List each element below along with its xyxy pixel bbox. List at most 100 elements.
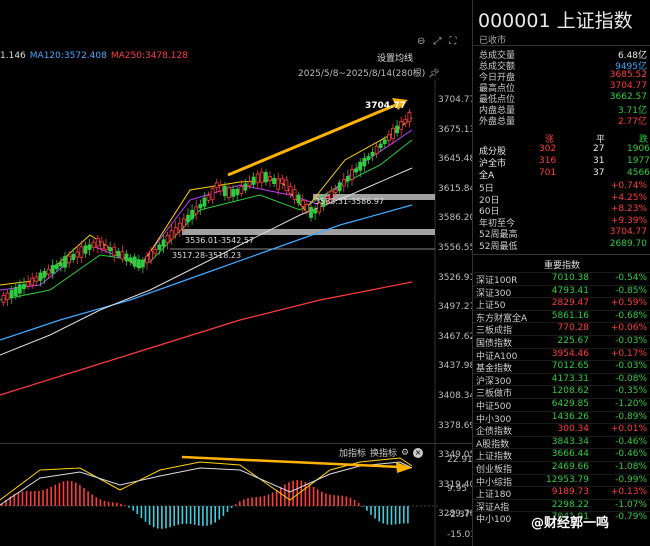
candle-body bbox=[280, 177, 285, 184]
index-row-change: +0.59% bbox=[610, 298, 647, 309]
candle-body bbox=[231, 189, 236, 197]
index-row[interactable]: 中证500 6429.85 -1.20% bbox=[473, 398, 650, 412]
index-row[interactable]: 上证180 9189.73 +0.13% bbox=[473, 486, 650, 500]
index-row[interactable]: 中小300 1436.26 -0.89% bbox=[473, 410, 650, 425]
candle-body bbox=[145, 255, 149, 264]
candle-body bbox=[407, 112, 412, 123]
add-indicator-button[interactable]: 加指标 bbox=[339, 446, 366, 459]
candle-body bbox=[22, 283, 26, 290]
index-code: 000001 bbox=[478, 10, 551, 32]
minus-circle-icon[interactable]: ⊖ bbox=[417, 36, 425, 47]
switch-indicator-button[interactable]: 换指标 bbox=[370, 446, 397, 459]
stat-value: 3704.77 bbox=[609, 81, 647, 91]
candle-body bbox=[206, 195, 211, 201]
quote-panel: 000001 上证指数 已收市 总成交量 6.48亿 总成交额 9495亿 今日开盘 36… bbox=[472, 0, 650, 546]
kline-chart-area[interactable]: ⊖ ⤢ ⛶ 1.146 MA120:3572.408 MA250:3478.128 … bbox=[0, 0, 472, 546]
period-label: 52周最低 bbox=[479, 241, 518, 252]
candle-body bbox=[391, 128, 395, 139]
candle-body bbox=[337, 182, 342, 192]
candle-body bbox=[46, 268, 51, 275]
index-row-change: +0.06% bbox=[610, 323, 647, 334]
price-tick-label: 3408.34 bbox=[438, 391, 472, 401]
price-tick-label: 3615.84 bbox=[438, 183, 472, 194]
breadth-row: 全A 701 37 4566 bbox=[473, 168, 650, 181]
candle-body bbox=[276, 178, 281, 190]
gear-icon[interactable]: ⚙ bbox=[401, 448, 409, 458]
index-row[interactable]: 上证50 2829.47 +0.59% bbox=[473, 297, 650, 311]
candle-body bbox=[79, 246, 84, 258]
index-row[interactable]: 深证A指 2298.22 -1.07% bbox=[473, 498, 650, 513]
breadth-flat: 37 bbox=[593, 168, 605, 178]
candle-body bbox=[198, 204, 203, 209]
stat-row: 最低点位 3662.57 bbox=[473, 92, 650, 105]
candle-body bbox=[181, 218, 186, 227]
index-row[interactable]: A股指数 3843.34 -0.46% bbox=[473, 435, 650, 450]
candle-body bbox=[350, 169, 354, 180]
indicator-toolbar: 加指标 换指标 ⚙ × bbox=[339, 446, 424, 459]
candle-body bbox=[75, 251, 80, 258]
index-row[interactable]: 国债指数 225.67 -0.03% bbox=[473, 335, 650, 349]
index-row-price: 1436.26 bbox=[551, 411, 589, 422]
candle-body bbox=[38, 272, 43, 281]
candle-body bbox=[13, 286, 18, 296]
index-row[interactable]: 企债指数 300.34 +0.01% bbox=[473, 423, 650, 437]
index-row[interactable]: 深证100R 7010.38 -0.54% bbox=[473, 272, 650, 286]
trend-arrow-line bbox=[227, 102, 399, 177]
candle-body bbox=[9, 289, 14, 299]
candle-body bbox=[59, 262, 63, 267]
index-row-change: -1.20% bbox=[615, 399, 647, 409]
stat-value: 3685.52 bbox=[609, 70, 647, 80]
index-row[interactable]: 中证A100 3954.46 +0.17% bbox=[473, 347, 650, 362]
index-row-change: -0.99% bbox=[615, 474, 647, 485]
indicator-tick-label: -15.01 bbox=[447, 530, 472, 540]
index-row-change: -1.07% bbox=[615, 499, 647, 510]
candle-body bbox=[222, 185, 227, 197]
stat-row: 外盘总量 2.77亿 bbox=[473, 114, 650, 127]
index-row[interactable]: 上证指数 3666.44 -0.46% bbox=[473, 448, 650, 462]
candle-body bbox=[272, 177, 277, 185]
index-row-price: 5861.16 bbox=[551, 310, 589, 321]
price-tick-label: 3645.48 bbox=[438, 154, 472, 165]
index-row-price: 225.67 bbox=[557, 336, 590, 346]
index-row-price: 300.34 bbox=[557, 424, 590, 435]
index-row-change: -0.54% bbox=[615, 273, 647, 283]
index-row-change: -1.08% bbox=[615, 462, 647, 472]
candle-body bbox=[169, 230, 174, 240]
candle-body bbox=[366, 156, 371, 161]
candle-body bbox=[378, 143, 383, 149]
candle-body bbox=[186, 214, 190, 223]
expand-icon[interactable]: ⤢ bbox=[433, 36, 441, 47]
index-title: 000001 上证指数 bbox=[478, 6, 633, 33]
index-row[interactable]: 三板成指 770.28 +0.06% bbox=[473, 322, 650, 336]
set-ma-button[interactable]: 设置均线 bbox=[377, 51, 413, 64]
stat-value: 2.77亿 bbox=[617, 117, 647, 127]
candle-body bbox=[259, 171, 264, 183]
candle-body bbox=[124, 253, 129, 262]
candle-body bbox=[42, 270, 47, 278]
index-row[interactable]: 基金指数 7012.65 -0.03% bbox=[473, 360, 650, 374]
indicator-tick-label: 22.91 bbox=[447, 455, 472, 465]
support-band-label: 3583.31-3586.97 bbox=[315, 197, 385, 206]
index-row[interactable]: 创业板指 2469.66 -1.08% bbox=[473, 461, 650, 475]
period-row: 52周最高 3704.77 bbox=[473, 227, 650, 240]
period-value: +8.23% bbox=[610, 204, 647, 214]
candle-body bbox=[1, 294, 6, 303]
index-row[interactable]: 中小综指 12953.79 -0.99% bbox=[473, 473, 650, 488]
index-row[interactable]: 东方财富全A 5861.16 -0.68% bbox=[473, 309, 650, 324]
close-icon[interactable]: × bbox=[413, 447, 424, 458]
kline-chart-canvas[interactable] bbox=[0, 0, 472, 546]
pin-icon[interactable]: 📌︎ bbox=[428, 69, 439, 79]
candle-body bbox=[108, 247, 112, 252]
fullscreen-icon[interactable]: ⛶ bbox=[449, 36, 456, 47]
index-row[interactable]: 三板做市 1208.62 -0.35% bbox=[473, 385, 650, 399]
candle-body bbox=[112, 246, 117, 256]
stat-row: 内盘总量 3.71亿 bbox=[473, 103, 650, 116]
ma-legend-item: MA250:3478.128 bbox=[110, 51, 188, 61]
date-range-label: 2025/5/8~2025/8/14(280根) 📌︎ bbox=[298, 66, 440, 79]
candle-body bbox=[247, 181, 252, 187]
index-row[interactable]: 深证300 4793.41 -0.85% bbox=[473, 284, 650, 299]
index-row-price: 7012.65 bbox=[551, 361, 589, 372]
index-section-title: 重要指数 bbox=[543, 261, 580, 271]
index-row[interactable]: 沪深300 4173.31 -0.08% bbox=[473, 372, 650, 387]
stat-label: 外盘总量 bbox=[479, 117, 516, 127]
